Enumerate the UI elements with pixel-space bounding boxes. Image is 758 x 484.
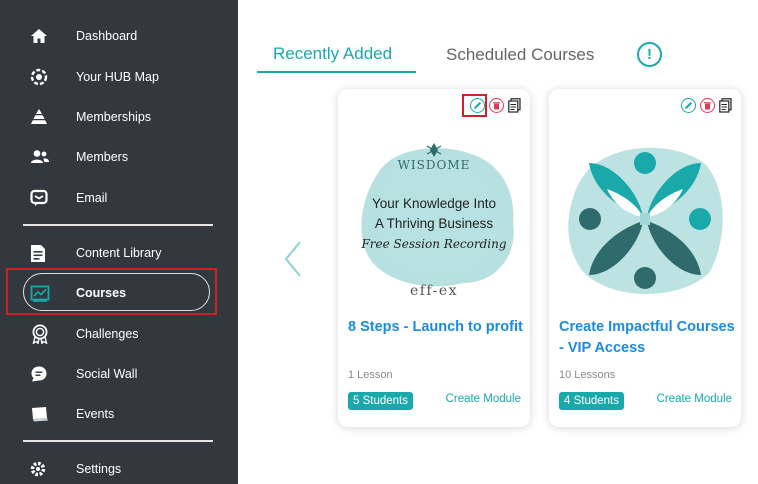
thumbnail-brand: WISDOME [398,158,471,172]
sidebar-item-label: Dashboard [76,29,138,43]
sidebar-item-hub-map[interactable]: Your HUB Map [30,65,159,89]
student-count-badge[interactable]: 4 Students [559,392,624,410]
app-root: Dashboard Your HUB Map Memberships Membe… [0,0,758,484]
tab-scheduled-courses[interactable]: Scheduled Courses [446,45,594,65]
document-icon [719,98,732,113]
sidebar-item-challenges[interactable]: Challenges [30,322,139,346]
thumbnail-line1: Your Knowledge Into [372,196,496,211]
edit-button[interactable] [681,98,696,113]
memberships-icon [30,107,58,127]
sidebar-item-email[interactable]: Email [30,186,107,210]
course-thumbnail[interactable] [559,133,731,305]
lesson-count: 1 Lesson [348,369,393,381]
thumbnail-footer: eff-ex [410,283,458,299]
sidebar-item-members[interactable]: Members [30,145,128,169]
course-card[interactable]: WISDOME Your Knowledge Into A Thriving B… [338,89,530,427]
sidebar-item-label: Content Library [76,246,162,260]
sidebar-item-label: Challenges [76,327,139,341]
sidebar-item-courses[interactable]: Courses [30,281,126,305]
edit-button[interactable] [470,98,485,113]
members-icon [30,147,58,167]
duplicate-button[interactable] [719,98,732,113]
card-actions [681,98,732,113]
card-actions [470,98,521,113]
content-library-icon [30,243,58,263]
sidebar-divider [23,440,213,442]
butterfly-logo-icon [579,152,711,289]
trash-icon [704,102,711,110]
course-title[interactable]: Create Impactful Courses - VIP Access [559,317,735,359]
sidebar: Dashboard Your HUB Map Memberships Membe… [0,0,238,484]
events-icon [30,404,58,424]
document-icon [508,98,521,113]
duplicate-button[interactable] [508,98,521,113]
pencil-icon [474,102,481,109]
student-count-badge[interactable]: 5 Students [348,392,413,410]
social-wall-icon [30,364,58,384]
carousel-prev-button[interactable] [282,240,304,278]
home-icon [30,26,58,46]
pencil-icon [685,102,692,109]
info-icon: ! [647,46,652,63]
course-thumbnail[interactable]: WISDOME Your Knowledge Into A Thriving B… [348,133,520,305]
sidebar-item-dashboard[interactable]: Dashboard [30,24,137,48]
create-module-link[interactable]: Create Module [446,393,521,405]
sidebar-item-label: Courses [76,286,127,300]
thumbnail-line3: Free Session Recording [360,237,506,251]
email-icon [30,188,58,208]
create-module-link[interactable]: Create Module [657,393,732,405]
hub-map-icon [30,67,58,87]
info-button[interactable]: ! [637,42,662,67]
course-card[interactable]: Create Impactful Courses - VIP Access 10… [549,89,741,427]
sidebar-item-label: Your HUB Map [76,70,159,84]
challenges-icon [30,324,58,344]
sidebar-item-label: Social Wall [76,367,138,381]
sidebar-item-label: Events [76,407,115,421]
thumbnail-line2: A Thriving Business [375,216,494,231]
trash-icon [493,102,500,110]
delete-button[interactable] [700,98,715,113]
settings-icon [30,459,58,479]
sidebar-item-memberships[interactable]: Memberships [30,105,151,129]
sidebar-item-label: Memberships [76,110,152,124]
course-title[interactable]: 8 Steps - Launch to profit [348,317,524,338]
delete-button[interactable] [489,98,504,113]
courses-icon [30,283,58,303]
sidebar-item-content-library[interactable]: Content Library [30,241,161,265]
tab-recently-added[interactable]: Recently Added [273,44,392,64]
lesson-count: 10 Lessons [559,369,616,381]
chevron-left-icon [284,241,301,277]
sidebar-item-label: Settings [76,462,122,476]
sidebar-item-events[interactable]: Events [30,402,114,426]
active-tab-underline [257,71,416,73]
sidebar-divider [23,224,213,226]
sidebar-item-label: Members [76,150,129,164]
sidebar-item-label: Email [76,191,108,205]
sidebar-item-settings[interactable]: Settings [30,457,121,481]
sidebar-item-social-wall[interactable]: Social Wall [30,362,137,386]
